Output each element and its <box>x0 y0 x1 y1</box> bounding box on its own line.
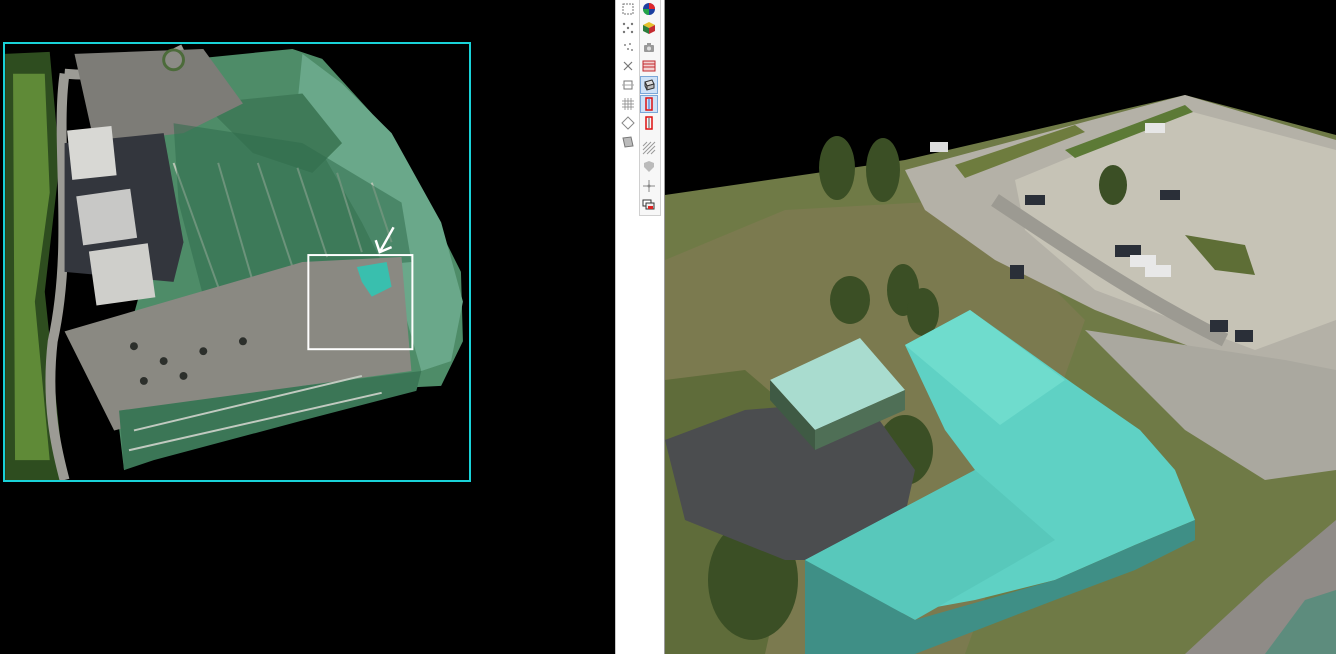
view-texture-cube-button[interactable] <box>640 19 658 37</box>
view-camera-button[interactable] <box>640 38 658 56</box>
view-move-axes-button[interactable] <box>640 177 658 195</box>
view-image-strip-button[interactable] <box>640 57 658 75</box>
move-axes-icon <box>643 180 655 192</box>
view-red-frame-button[interactable] <box>640 95 658 113</box>
tool-crop-region-button[interactable] <box>619 76 637 94</box>
building-3 <box>88 243 156 306</box>
ortho-view[interactable] <box>0 0 615 654</box>
orthomosaic-image <box>5 44 463 480</box>
tool-diamond-region-button[interactable] <box>619 114 637 132</box>
grid-icon <box>622 98 634 110</box>
box-3d-icon <box>644 79 655 91</box>
view-layers-button[interactable] <box>640 196 658 214</box>
view-color-sphere-button[interactable] <box>640 0 658 18</box>
tool-palette <box>615 0 665 654</box>
layers-icon <box>642 199 655 210</box>
view-red-frame-alt-button[interactable] <box>640 114 658 132</box>
texture-cube-icon <box>643 22 655 34</box>
mesh-points-icon <box>622 22 634 34</box>
tool-clear-selection-button[interactable] <box>619 57 637 75</box>
camera-icon <box>644 43 654 52</box>
tool-mesh-points-button[interactable] <box>619 19 637 37</box>
textured-model-render <box>665 95 1336 654</box>
red-frame-icon <box>645 97 653 111</box>
ortho-frame <box>3 42 471 482</box>
tool-sparse-points-button[interactable] <box>619 38 637 56</box>
clear-selection-icon <box>623 61 633 71</box>
view-box-3d-button[interactable] <box>640 76 658 94</box>
view-shield-button[interactable] <box>640 158 658 176</box>
building-1 <box>67 125 117 180</box>
toolbar-column-a <box>619 0 637 152</box>
crop-region-icon <box>622 80 634 90</box>
tool-zoom-window-button[interactable] <box>619 0 637 18</box>
hatch-icon <box>642 141 656 155</box>
tool-grid-button[interactable] <box>619 95 637 113</box>
building-2 <box>76 188 138 246</box>
model-3d-view[interactable] <box>665 0 1336 654</box>
tool-transform-button[interactable] <box>619 133 637 151</box>
view-hatch-button[interactable] <box>640 139 658 157</box>
red-frame-alt-icon <box>645 116 653 130</box>
sparse-points-icon <box>624 43 633 51</box>
toolbar-column-b <box>639 0 661 216</box>
image-strip-icon <box>642 60 656 72</box>
shield-icon <box>644 161 654 172</box>
zoom-window-icon <box>622 3 634 15</box>
transform-icon <box>622 136 634 148</box>
diamond-region-icon <box>621 116 635 130</box>
color-sphere-icon <box>643 3 655 15</box>
